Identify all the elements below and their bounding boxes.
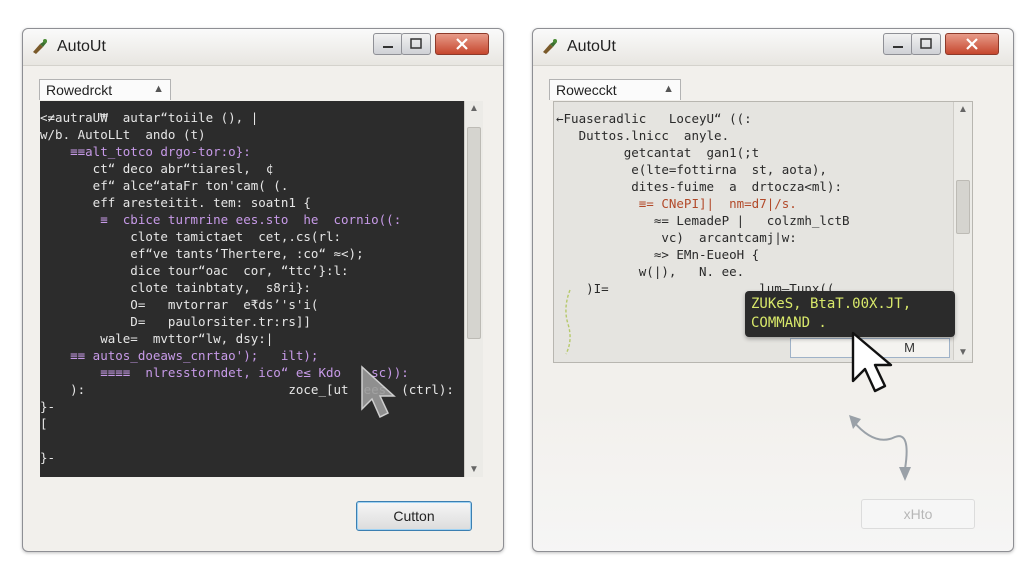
code-line[interactable]: ≈= LemadeP | colzmh_lctB xyxy=(556,213,850,228)
close-icon xyxy=(456,38,468,50)
code-line[interactable]: wale= mvttor“lw, dsy:| xyxy=(40,331,273,346)
mouse-cursor-icon xyxy=(361,365,396,419)
code-line[interactable]: clote tainbtaty, s8ri}: xyxy=(40,280,311,295)
code-line[interactable]: ≡≡≡≡ nlresstorndet, ico“ e≤ Kdo sc)): xyxy=(40,365,409,380)
xhto-button[interactable]: xHto xyxy=(861,499,975,529)
code-text[interactable]: ←Fuaseradlic LoceyU“ ((: Duttos.lnicc an… xyxy=(556,110,850,314)
dropdown-value: Rowecckt xyxy=(556,82,617,98)
code-line[interactable]: getcantat gan1(;t xyxy=(556,145,759,160)
code-line[interactable]: ef“ alce“ataFr ton'cam( (. xyxy=(40,178,289,193)
dropdown-select[interactable]: Rowedrckt ▲ xyxy=(39,79,171,100)
scroll-down-icon[interactable]: ▼ xyxy=(465,464,483,475)
code-line[interactable]: D= paulorsiter.tr:rs]] xyxy=(40,314,311,329)
vertical-scrollbar[interactable]: ▲ ▼ xyxy=(953,102,972,360)
code-line[interactable]: ef“ve tants‘Thertere, :co“ ≈<); xyxy=(40,246,363,261)
code-line[interactable]: }- xyxy=(40,450,55,465)
code-line[interactable]: }- xyxy=(40,399,55,414)
window-title: AutoUt xyxy=(567,38,616,55)
maximize-icon xyxy=(410,38,422,49)
scroll-down-icon[interactable]: ▼ xyxy=(954,347,972,358)
indent-guide-line xyxy=(565,289,571,355)
code-line[interactable]: eff aresteitit. tem: soatn1 { xyxy=(40,195,311,210)
maximize-icon xyxy=(920,38,932,49)
title-bar[interactable]: AutoUt xyxy=(533,29,1013,66)
vertical-scrollbar[interactable]: ▲ ▼ xyxy=(464,101,483,477)
dropdown-select[interactable]: Rowecckt ▲ xyxy=(549,79,681,100)
code-line[interactable]: ←Fuaseradlic LoceyU“ ((: xyxy=(556,111,752,126)
code-line[interactable]: Duttos.lnicc anyle. xyxy=(556,128,730,143)
scroll-thumb[interactable] xyxy=(467,127,481,339)
code-line[interactable]: [ xyxy=(40,416,48,431)
minimize-icon xyxy=(893,46,903,48)
minimize-button[interactable] xyxy=(373,33,403,55)
cutton-button[interactable]: Cutton xyxy=(356,501,472,531)
code-line[interactable]: <≠autraU₩ autar“toiile (), | xyxy=(40,110,258,125)
dropdown-arrow-icon[interactable]: ▲ xyxy=(663,83,674,95)
code-line[interactable]: clote tamictaet cet,.cs(rl: xyxy=(40,229,341,244)
mouse-cursor-icon xyxy=(851,331,893,393)
tooltip-line: ZUKeS, BtaT.00X.JT, xyxy=(751,296,912,312)
code-line[interactable]: w(|), N. ee. xyxy=(556,264,744,279)
minimize-icon xyxy=(383,46,393,48)
maximize-button[interactable] xyxy=(401,33,431,55)
code-line[interactable]: ct“ deco abr“tiaresl, ¢ xyxy=(40,161,274,176)
code-line[interactable]: ≡ cbice turmrine ees.sto he cornio((: xyxy=(40,212,401,227)
scroll-up-icon[interactable]: ▲ xyxy=(465,103,483,114)
code-line[interactable]: ≈> EMn-EueoH { xyxy=(556,247,759,262)
code-line[interactable]: ≡≡ autos_doeaws_cnrtao'); ilt); xyxy=(40,348,318,363)
code-line[interactable]: dites-fuime a drtocza<ml): xyxy=(556,179,842,194)
code-line[interactable]: ≡= CNePI]| nm=d7|/s. xyxy=(556,196,797,211)
close-button[interactable] xyxy=(435,33,489,55)
code-line[interactable]: dice tour“oac cor, “ttc’}:l: xyxy=(40,263,348,278)
scroll-thumb[interactable] xyxy=(956,180,970,234)
tooltip-line: COMMAND . xyxy=(751,315,827,331)
tooltip-text: ZUKeS, BtaT.00X.JT, COMMAND . xyxy=(751,295,911,333)
close-button[interactable] xyxy=(945,33,999,55)
maximize-button[interactable] xyxy=(911,33,941,55)
dropdown-value: Rowedrckt xyxy=(46,82,113,98)
app-icon xyxy=(33,39,47,54)
autout-window-left: AutoUt Rowedrckt ▲ <≠autraU₩ autar“toiil… xyxy=(22,28,504,552)
code-line[interactable]: e(lte=fottirna st, aota), xyxy=(556,162,827,177)
minimize-button[interactable] xyxy=(883,33,913,55)
window-title: AutoUt xyxy=(57,38,106,55)
close-icon xyxy=(966,38,978,50)
dropdown-arrow-icon[interactable]: ▲ xyxy=(153,83,164,95)
code-editor[interactable]: <≠autraU₩ autar“toiile (), | w/b. AutoLL… xyxy=(40,101,464,477)
scroll-up-icon[interactable]: ▲ xyxy=(954,104,972,115)
autout-window-right: AutoUt Rowecckt ▲ ←Fuaseradlic LoceyU“ (… xyxy=(532,28,1014,552)
code-line[interactable]: ≡≡alt_totco drgo-tor:o}: xyxy=(40,144,251,159)
title-bar[interactable]: AutoUt xyxy=(23,29,503,66)
code-line[interactable]: O= mvtorrar e₹ds’'s'i( xyxy=(40,297,318,312)
code-line[interactable]: vc) arcantcamj|w: xyxy=(556,230,796,245)
drag-arrow-icon xyxy=(849,415,911,481)
app-icon xyxy=(543,39,557,54)
code-line[interactable]: w/b. AutoLLt ando (t) xyxy=(40,127,206,142)
